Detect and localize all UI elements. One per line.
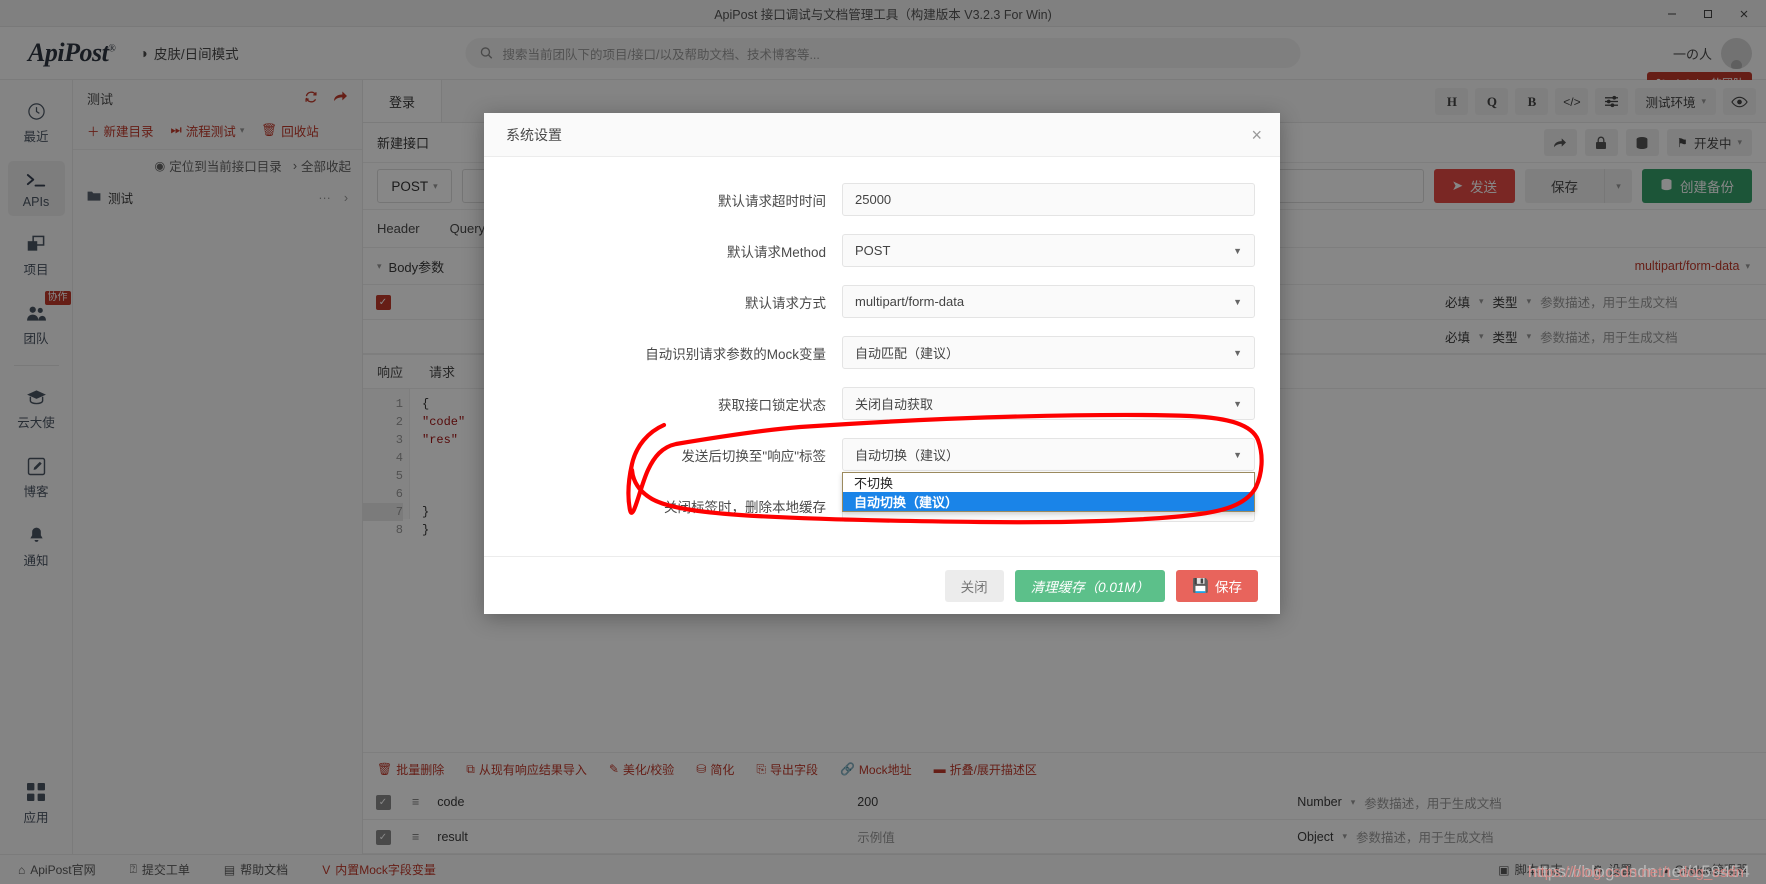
field-row-default-content-type: 默认请求方式 multipart/form-data ▼ [484,285,1280,318]
field-label: 获取接口锁定状态 [718,397,826,413]
close-icon[interactable]: × [1251,126,1262,144]
field-row-switch-to-response: 发送后切换至"响应"标签 自动切换（建议） ▼ 不切换 自动切换（建议） [484,438,1280,512]
floppy-icon: 💾 [1192,577,1209,593]
clear-cache-label: 清理缓存（0.01M） [1030,579,1150,595]
field-label: 默认请求方式 [745,295,826,311]
field-row-lock-status: 获取接口锁定状态 关闭自动获取 ▼ [484,387,1280,420]
dialog-save-button[interactable]: 💾 保存 [1176,569,1258,602]
system-settings-dialog: 系统设置 × 默认请求超时时间 25000 默认请求Method POST ▼ … [484,113,1280,614]
switch-to-response-select[interactable]: 自动切换（建议） ▼ [842,438,1255,471]
mock-variable-select[interactable]: 自动匹配（建议） ▼ [842,336,1255,369]
dialog-footer: 关闭 清理缓存（0.01M） 💾 保存 [484,556,1280,614]
default-method-select[interactable]: POST ▼ [842,234,1255,267]
chevron-down-icon: ▼ [1233,347,1242,358]
field-row-default-method: 默认请求Method POST ▼ [484,234,1280,267]
field-label: 默认请求超时时间 [718,193,826,209]
dialog-title: 系统设置 [506,126,562,143]
watermark-url-overlay: https://blog.csdn.net/t_dog_csdn [1528,864,1744,881]
field-row-timeout: 默认请求超时时间 25000 [484,183,1280,216]
field-row-mock-variable: 自动识别请求参数的Mock变量 自动匹配（建议） ▼ [484,336,1280,369]
field-label: 发送后切换至"响应"标签 [681,448,826,464]
lock-status-select[interactable]: 关闭自动获取 ▼ [842,387,1255,420]
dialog-save-label: 保存 [1215,579,1242,595]
select-value: 关闭自动获取 [855,397,934,412]
chevron-down-icon: ▼ [1233,296,1242,307]
dropdown-option[interactable]: 不切换 [843,473,1254,492]
chevron-down-icon: ▼ [1233,449,1242,460]
clear-cache-button[interactable]: 清理缓存（0.01M） [1014,569,1166,602]
chevron-down-icon: ▼ [1233,245,1242,256]
dialog-close-button[interactable]: 关闭 [944,569,1004,602]
select-value: POST [855,243,891,258]
chevron-down-icon: ▼ [1233,398,1242,409]
field-label: 默认请求Method [726,244,826,260]
dropdown-option-selected[interactable]: 自动切换（建议） [843,492,1254,511]
dialog-header: 系统设置 × [484,113,1280,157]
timeout-input[interactable]: 25000 [842,183,1255,216]
switch-to-response-dropdown[interactable]: 不切换 自动切换（建议） [842,472,1255,512]
select-value: multipart/form-data [855,294,965,309]
default-content-type-select[interactable]: multipart/form-data ▼ [842,285,1255,318]
select-value: 自动切换（建议） [855,448,960,463]
dialog-body: 默认请求超时时间 25000 默认请求Method POST ▼ 默认请求方式 … [484,157,1280,556]
field-label: 关闭标签时，删除本地缓存 [664,499,826,515]
select-value: 自动匹配（建议） [855,346,960,361]
field-label: 自动识别请求参数的Mock变量 [645,346,826,362]
